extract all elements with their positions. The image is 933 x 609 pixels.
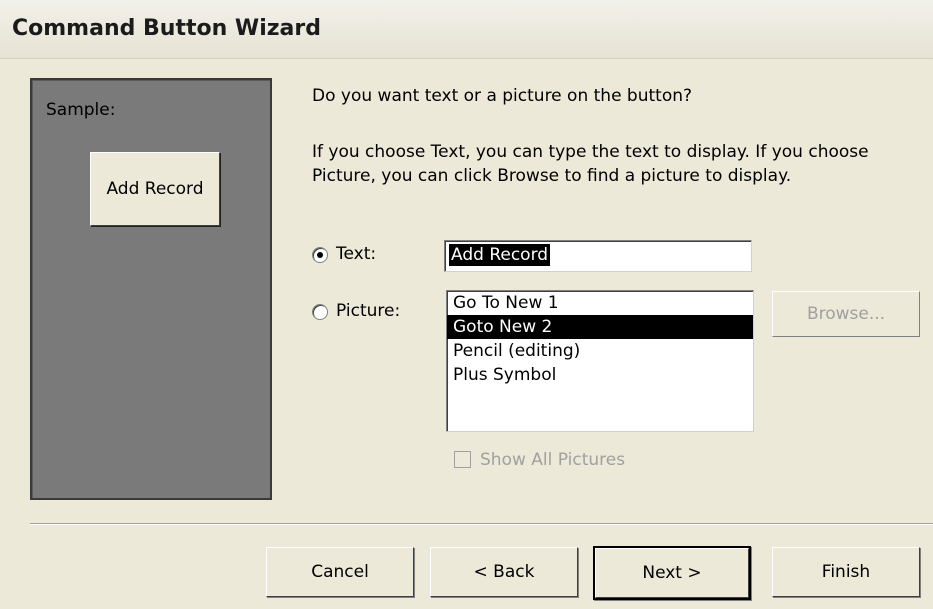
separator xyxy=(30,523,933,525)
sample-label: Sample: xyxy=(46,100,116,120)
button-text-input[interactable]: Add Record xyxy=(444,240,752,272)
question-text: Do you want text or a picture on the but… xyxy=(312,86,693,106)
text-option-label[interactable]: Text: xyxy=(336,244,376,264)
show-all-pictures-checkbox[interactable] xyxy=(454,451,471,468)
list-item[interactable]: Plus Symbol xyxy=(447,363,753,387)
back-button[interactable]: < Back xyxy=(430,547,578,597)
next-button[interactable]: Next > xyxy=(593,546,751,600)
sample-button-text: Add Record xyxy=(106,179,204,199)
next-button-label: Next > xyxy=(642,563,702,583)
list-item[interactable]: Goto New 2 xyxy=(447,315,753,339)
cancel-button[interactable]: Cancel xyxy=(266,547,414,597)
sample-panel: Sample: Add Record xyxy=(30,78,272,500)
picture-listbox[interactable]: Go To New 1 Goto New 2 Pencil (editing) … xyxy=(446,290,754,432)
finish-button[interactable]: Finish xyxy=(772,547,920,597)
explanation-text: If you choose Text, you can type the tex… xyxy=(312,142,869,186)
back-button-label: < Back xyxy=(473,562,535,582)
window-title: Command Button Wizard xyxy=(12,16,321,41)
button-text-value: Add Record xyxy=(449,244,551,266)
title-bar: Command Button Wizard xyxy=(0,0,933,59)
list-item[interactable]: Go To New 1 xyxy=(447,291,753,315)
picture-option-label[interactable]: Picture: xyxy=(336,301,400,321)
list-item[interactable]: Pencil (editing) xyxy=(447,339,753,363)
text-option-radio[interactable] xyxy=(312,247,328,263)
cancel-button-label: Cancel xyxy=(311,562,369,582)
browse-button-label: Browse... xyxy=(806,304,886,324)
sample-button-preview: Add Record xyxy=(90,152,220,226)
picture-option-radio[interactable] xyxy=(312,304,328,320)
browse-button[interactable]: Browse... xyxy=(772,291,920,337)
finish-button-label: Finish xyxy=(821,562,871,582)
show-all-pictures-label[interactable]: Show All Pictures xyxy=(480,450,625,470)
